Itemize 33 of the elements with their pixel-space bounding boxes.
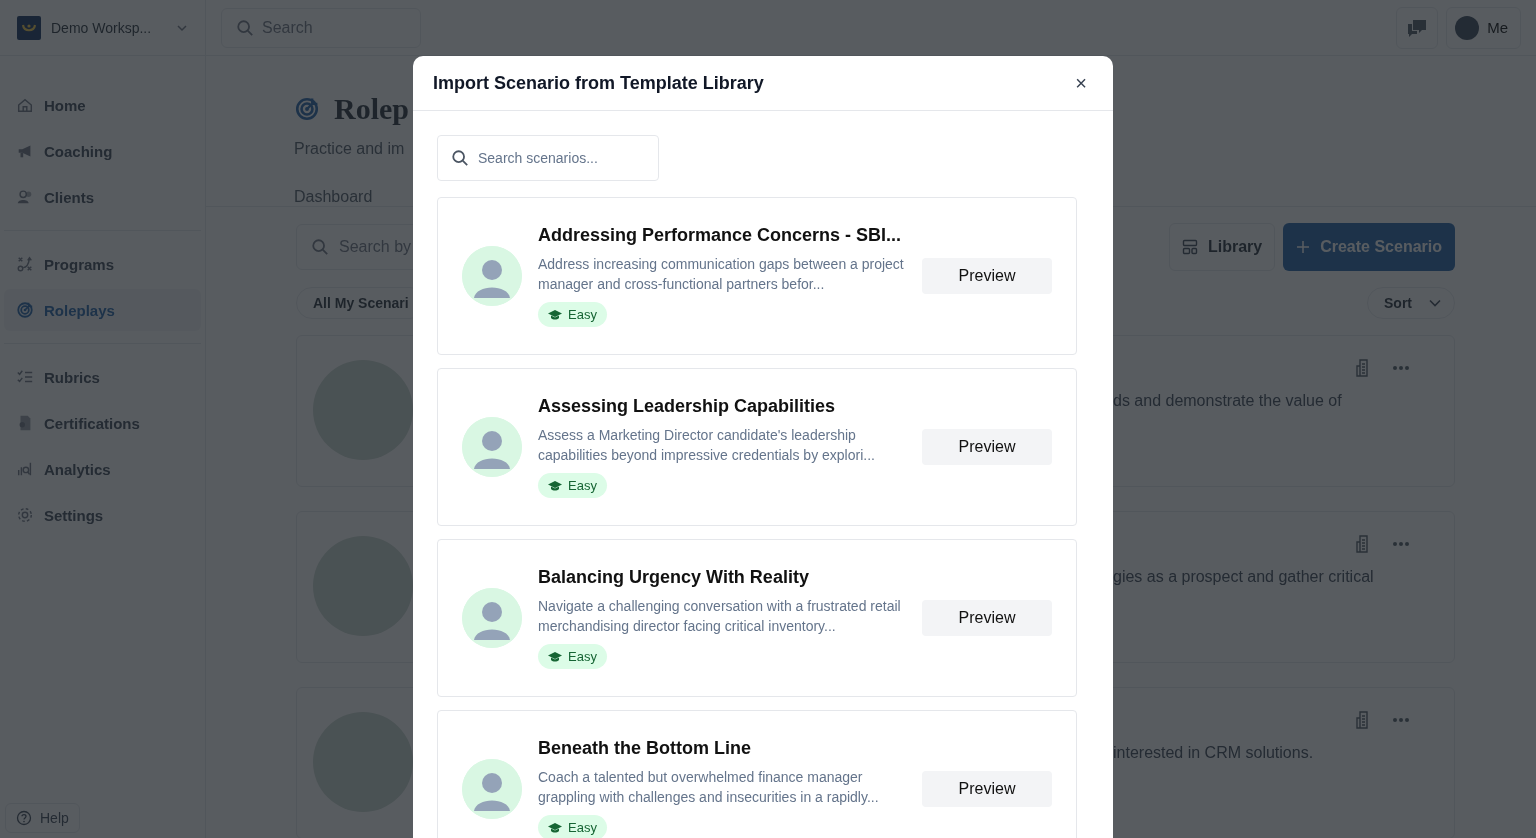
template-description: Assess a Marketing Director candidate's leadership capabilities beyond impressive credentials by explori... bbox=[538, 426, 876, 465]
graduation-cap-icon bbox=[548, 308, 562, 321]
template-card[interactable]: Assessing Leadership Capabilities Assess a Marketing Director candidate's leadership capabilities beyond impressive credentials by explori... Easy Preview bbox=[437, 368, 1077, 526]
avatar-silhouette-icon bbox=[462, 246, 522, 306]
avatar-silhouette-icon bbox=[462, 759, 522, 819]
graduation-cap-icon bbox=[548, 650, 562, 663]
template-title: Balancing Urgency With Reality bbox=[538, 567, 810, 588]
preview-button[interactable]: Preview bbox=[922, 771, 1052, 807]
template-description: Address increasing communication gaps between a project manager and cross-functional partners befor... bbox=[538, 255, 905, 294]
preview-button[interactable]: Preview bbox=[922, 429, 1052, 465]
template-title: Addressing Performance Concerns - SBI... bbox=[538, 225, 903, 246]
difficulty-badge: Easy bbox=[538, 302, 607, 327]
graduation-cap-icon bbox=[548, 479, 562, 492]
template-card[interactable]: Balancing Urgency With Reality Navigate a challenging conversation with a frustrated retail merchandising director facing critical inventory... Easy Preview bbox=[437, 539, 1077, 697]
search-icon bbox=[451, 149, 469, 167]
close-button[interactable]: × bbox=[1069, 69, 1093, 97]
template-card[interactable]: Addressing Performance Concerns - SBI... Address increasing communication gaps between a project manager and cross-functional partners befor... Easy Preview bbox=[437, 197, 1077, 355]
preview-button[interactable]: Preview bbox=[922, 600, 1052, 636]
difficulty-badge: Easy bbox=[538, 815, 607, 838]
dialog-title: Import Scenario from Template Library bbox=[433, 72, 764, 94]
template-description: Coach a talented but overwhelmed finance manager grappling with challenges and insecurities in a rapidly... bbox=[538, 768, 880, 807]
graduation-cap-icon bbox=[548, 821, 562, 834]
page-title: Rolep bbox=[334, 92, 409, 126]
avatar-silhouette-icon bbox=[462, 588, 522, 648]
difficulty-badge: Easy bbox=[538, 473, 607, 498]
avatar-silhouette-icon bbox=[462, 417, 522, 477]
template-title: Assessing Leadership Capabilities bbox=[538, 396, 837, 417]
difficulty-badge: Easy bbox=[538, 644, 607, 669]
template-card[interactable]: Beneath the Bottom Line Coach a talented but overwhelmed finance manager grappling with challenges and insecurities in a rapidly... Easy Preview bbox=[437, 710, 1077, 838]
template-title: Beneath the Bottom Line bbox=[538, 738, 752, 759]
template-description: Navigate a challenging conversation with a frustrated retail merchandising director facing critical inventory... bbox=[538, 597, 902, 636]
search-field[interactable]: Search scenarios... bbox=[437, 135, 659, 181]
preview-button[interactable]: Preview bbox=[922, 258, 1052, 294]
